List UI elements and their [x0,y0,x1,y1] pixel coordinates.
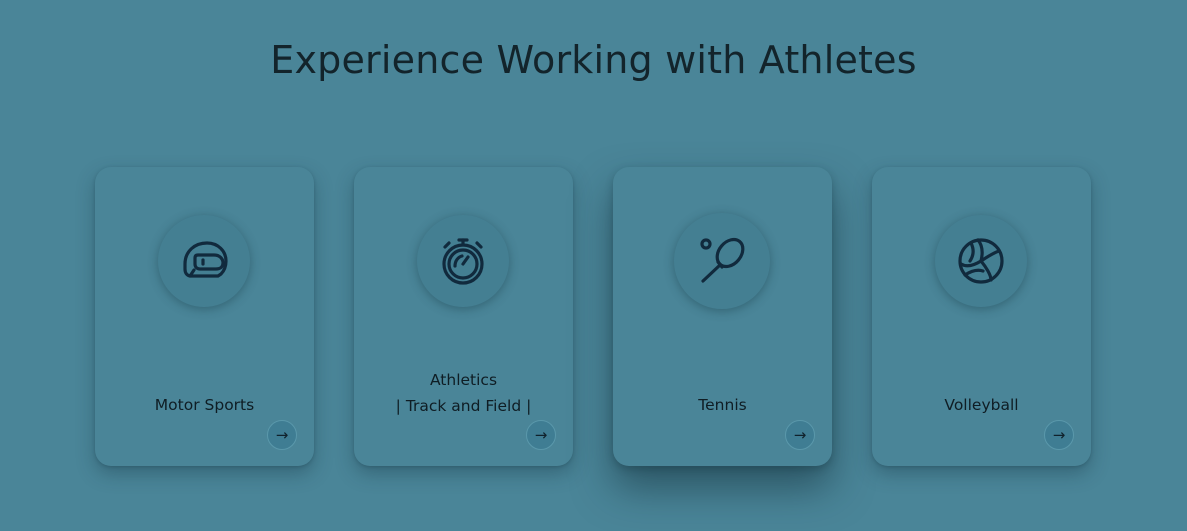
card-motor-sports[interactable]: Motor Sports → [95,167,314,466]
icon-badge [417,215,509,307]
tennis-racket-icon [700,237,745,283]
card-tennis[interactable]: Tennis → [613,167,832,466]
card-label: Tennis [613,392,832,418]
volleyball-icon [958,238,1004,284]
arrow-right-icon[interactable]: → [526,420,556,450]
arrow-right-icon[interactable]: → [267,420,297,450]
card-label: Motor Sports [95,392,314,418]
card-label: Athletics | Track and Field | [354,367,573,419]
stopwatch-icon [442,238,484,285]
card-volleyball[interactable]: Volleyball → [872,167,1091,466]
card-label-line: Athletics [429,371,498,389]
card-label-line: | Track and Field | [395,397,532,415]
icon-badge [674,213,770,309]
arrow-right-icon[interactable]: → [1044,420,1074,450]
arrow-right-icon[interactable]: → [785,420,815,450]
icon-badge [158,215,250,307]
icon-badge [935,215,1027,307]
card-label-line: Volleyball [944,396,1019,414]
card-athletics[interactable]: Athletics | Track and Field | → [354,167,573,466]
card-label: Volleyball [872,392,1091,418]
helmet-icon [183,241,228,278]
athletes-card-grid: Motor Sports → Athletics | Track and Fie… [95,167,1091,467]
card-label-line: Motor Sports [154,396,255,414]
page-title: Experience Working with Athletes [270,38,917,82]
card-label-line: Tennis [698,396,747,414]
